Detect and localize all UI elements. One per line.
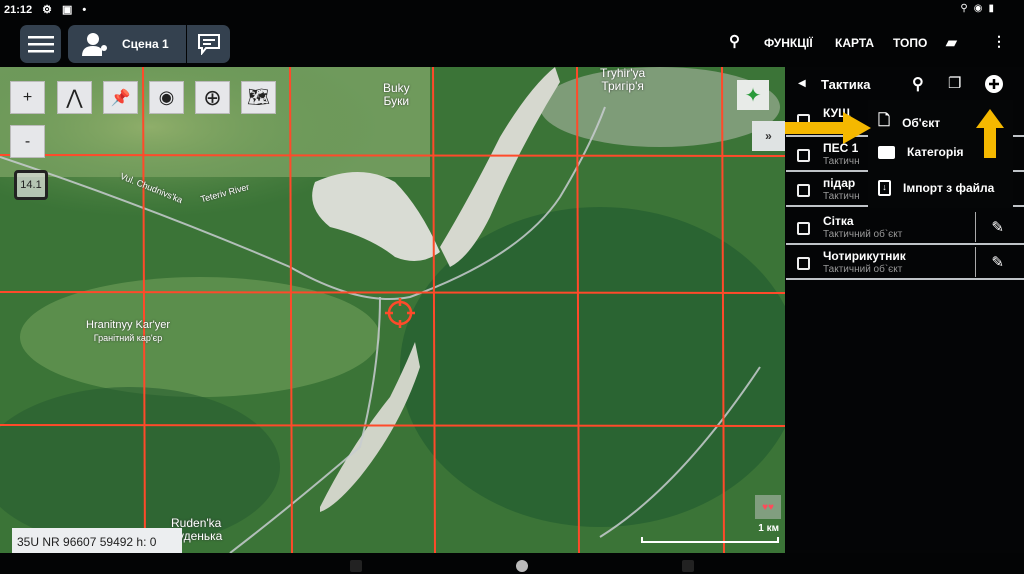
edit-pencil-icon[interactable]: ✎ bbox=[991, 253, 1004, 271]
gear-icon: ⚙ bbox=[42, 4, 53, 16]
tactical-item-row[interactable]: Чотирикутник Тактичний об`єкт ✎ bbox=[786, 245, 1024, 280]
add-category-item[interactable]: Категорія bbox=[878, 145, 964, 159]
item-checkbox[interactable] bbox=[797, 222, 810, 235]
scene-button[interactable]: Сцена 1 bbox=[68, 25, 186, 63]
satellite-layer-button[interactable]: ✦ bbox=[737, 80, 769, 110]
more-options-icon[interactable]: ⋮ bbox=[992, 33, 1006, 50]
item-subtitle: Тактичн bbox=[823, 191, 860, 202]
hearts-icon: ♥♥ bbox=[762, 501, 774, 513]
search-icon[interactable]: ⚲ bbox=[729, 32, 740, 50]
scale-bar bbox=[641, 537, 779, 543]
status-bar: 21:12 ⚙ ▣ • bbox=[4, 3, 87, 17]
item-subtitle: Тактичний об`єкт bbox=[823, 264, 903, 275]
map-view[interactable]: + ⋀ 📌 ◉ ⊕ 🗺 - 14.1 ✦ » Buky Буки Tryhir'y… bbox=[0, 67, 785, 553]
map-layers-button[interactable]: 🗺 bbox=[241, 81, 276, 114]
zoom-level-indicator: 14.1 bbox=[14, 170, 48, 200]
map-label-tryhirya: Tryhir'ya Тригір'я bbox=[600, 67, 646, 93]
image-icon: ▣ bbox=[62, 4, 73, 16]
map-label-buky: Buky Буки bbox=[383, 81, 410, 108]
item-subtitle: Тактичн bbox=[823, 156, 860, 167]
map-pin-icon: 🗺 bbox=[247, 87, 270, 107]
measure-compass-button[interactable]: ⋀ bbox=[57, 81, 92, 114]
panel-title: Тактика bbox=[821, 77, 871, 92]
nav-recents-button[interactable] bbox=[682, 560, 694, 572]
hamburger-menu-button[interactable] bbox=[20, 25, 61, 63]
battery-icon: ▮ bbox=[988, 3, 994, 14]
nav-home-button[interactable] bbox=[516, 560, 528, 572]
import-file-item[interactable]: ↓ Імпорт з файла bbox=[878, 180, 994, 196]
item-subtitle: Тактичний об`єкт bbox=[823, 229, 903, 240]
scale-label: 1 км bbox=[758, 523, 779, 534]
double-chevron-icon: » bbox=[765, 129, 772, 143]
clock: 21:12 bbox=[4, 3, 33, 16]
satellite-icon: ✦ bbox=[744, 84, 762, 107]
add-object-item[interactable]: 🗋 Об'єкт bbox=[878, 110, 940, 135]
panel-search-icon[interactable]: ⚲ bbox=[912, 74, 924, 94]
annotation-arrow-up bbox=[976, 109, 1004, 158]
dot-icon: • bbox=[82, 3, 87, 16]
location-icon: ⚲ bbox=[960, 3, 968, 14]
target-icon: ◉ bbox=[158, 87, 175, 107]
folder-icon bbox=[878, 145, 895, 159]
divider bbox=[975, 212, 976, 242]
divider bbox=[975, 247, 976, 277]
back-arrow-icon[interactable]: ◀ bbox=[798, 78, 806, 89]
grid-line bbox=[0, 424, 785, 427]
annotation-arrow-right bbox=[785, 112, 871, 144]
grid-line bbox=[0, 154, 785, 157]
eye-icon: ◉ bbox=[973, 3, 983, 14]
north-orientation-button[interactable]: ⊕ bbox=[195, 81, 230, 114]
crosshair-icon bbox=[385, 298, 415, 328]
item-title: Сітка bbox=[823, 214, 854, 228]
chat-icon bbox=[197, 34, 220, 55]
nav-back-button[interactable] bbox=[350, 560, 362, 572]
hearts-button[interactable]: ♥♥ bbox=[755, 495, 781, 519]
import-icon: ↓ bbox=[878, 180, 891, 196]
edit-pencil-icon[interactable]: ✎ bbox=[991, 218, 1004, 236]
grid-line bbox=[0, 291, 785, 294]
menu-icon bbox=[27, 36, 54, 53]
menu-functions[interactable]: ФУНКЦІЇ bbox=[764, 36, 813, 50]
menu-map[interactable]: КАРТА bbox=[835, 36, 874, 50]
status-icons: ⚲ ◉ ▮ bbox=[960, 3, 994, 14]
chat-button[interactable] bbox=[187, 25, 230, 63]
copy-icon[interactable]: ❐ bbox=[948, 74, 961, 92]
map-label-quarry: Hranitnyy Kar'yer Гранітний кар'єр bbox=[86, 319, 171, 343]
document-icon: 🗋 bbox=[878, 112, 891, 129]
artillery-icon[interactable]: ▰ bbox=[946, 34, 957, 51]
item-title: підар bbox=[823, 176, 856, 190]
zoom-in-button[interactable]: + bbox=[10, 81, 45, 114]
scene-label: Сцена 1 bbox=[122, 37, 169, 51]
compass-icon: ⋀ bbox=[66, 87, 83, 109]
pin-icon: 📌 bbox=[110, 89, 131, 107]
item-checkbox[interactable] bbox=[797, 257, 810, 270]
user-icon bbox=[82, 33, 107, 56]
expand-panel-button[interactable]: » bbox=[752, 121, 785, 151]
tactical-item-row[interactable]: Сітка Тактичний об`єкт ✎ bbox=[786, 210, 1024, 245]
pin-button[interactable]: 📌 bbox=[103, 81, 138, 114]
add-circle-icon[interactable] bbox=[984, 74, 1004, 94]
item-checkbox[interactable] bbox=[797, 149, 810, 162]
item-checkbox[interactable] bbox=[797, 184, 810, 197]
menu-topo[interactable]: ТОПО bbox=[893, 36, 927, 50]
my-location-button[interactable]: ◉ bbox=[149, 81, 184, 114]
zoom-out-button[interactable]: - bbox=[10, 125, 45, 158]
item-title: Чотирикутник bbox=[823, 249, 906, 263]
compass-north-icon: ⊕ bbox=[203, 84, 222, 110]
coordinates-readout: 35U NR 96607 59492 h: 0 bbox=[12, 528, 182, 553]
